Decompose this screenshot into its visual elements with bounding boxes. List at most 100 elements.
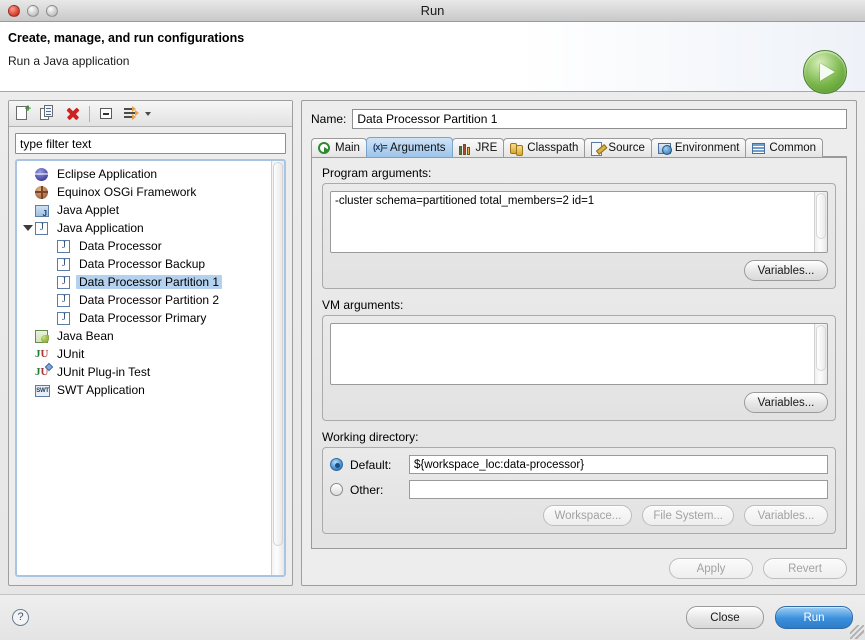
page-title: Create, manage, and run configurations (8, 31, 245, 45)
configuration-name-input[interactable] (352, 109, 847, 129)
java-icon (57, 239, 73, 254)
chevron-down-icon[interactable] (145, 111, 151, 116)
tab-label: Common (769, 142, 817, 154)
tab-jre[interactable]: JRE (451, 138, 505, 157)
tree-scrollbar[interactable] (271, 161, 284, 575)
tree-item-label: Eclipse Application (57, 167, 158, 181)
working-directory-default-row[interactable]: Default: (330, 455, 828, 474)
revert-button[interactable]: Revert (763, 558, 847, 579)
apply-revert-row: Apply Revert (311, 549, 847, 579)
tab-main[interactable]: Main (311, 138, 367, 157)
source-icon (591, 141, 605, 156)
other-label: Other: (350, 482, 384, 497)
tree-item[interactable]: Equinox OSGi Framework (17, 183, 271, 201)
java-icon (35, 221, 51, 236)
equinox-icon (35, 185, 51, 200)
filter-icon[interactable] (123, 105, 140, 122)
program-arguments-section: Program arguments: -cluster schema=parti… (322, 166, 836, 289)
vm-arguments-section: VM arguments: Variables... (322, 298, 836, 421)
tree-item[interactable]: Eclipse Application (17, 165, 271, 183)
window-title-bar: Run (0, 0, 865, 22)
tab-bar-filler (822, 138, 847, 157)
default-radio-button[interactable] (330, 458, 343, 471)
search-input[interactable] (15, 133, 286, 154)
tree-item-label: Data Processor Backup (79, 257, 206, 271)
default-directory-input[interactable] (409, 455, 828, 474)
arguments-icon: (x)= (372, 142, 388, 152)
expand-twisty-icon[interactable] (21, 225, 35, 231)
working-directory-variables-button[interactable]: Variables... (744, 505, 828, 526)
close-button[interactable]: Close (686, 606, 764, 629)
tree-item[interactable]: Java Bean (17, 327, 271, 345)
tree-item[interactable]: JU JUnit (17, 345, 271, 363)
tree-item[interactable]: Data Processor (17, 237, 271, 255)
tree-item[interactable]: Data Processor Partition 1 (17, 273, 271, 291)
other-radio-button[interactable] (330, 483, 343, 496)
toolbar-separator (89, 105, 90, 122)
tab-source[interactable]: Source (584, 138, 652, 157)
tab-classpath[interactable]: Classpath (503, 138, 586, 157)
collapse-all-icon[interactable] (98, 105, 115, 122)
jre-books-icon (458, 142, 473, 155)
environment-icon (657, 142, 672, 155)
junit-icon: JU (35, 347, 49, 360)
tree-item-label: Data Processor Partition 1 (76, 275, 223, 289)
working-directory-section: Working directory: Default: Other: (322, 430, 836, 534)
tree-item[interactable]: Data Processor Backup (17, 255, 271, 273)
program-arguments-variables-button[interactable]: Variables... (744, 260, 828, 281)
dialog-body: + type filter text Eclipse Application E… (0, 92, 865, 594)
tab-label: Arguments (389, 141, 446, 154)
java-bean-icon (35, 329, 51, 344)
vm-arguments-variables-button[interactable]: Variables... (744, 392, 828, 413)
configurations-tree[interactable]: Eclipse Application Equinox OSGi Framewor… (15, 159, 286, 577)
tree-item-label: Java Applet (57, 203, 120, 217)
apply-button[interactable]: Apply (669, 558, 753, 579)
run-configurations-window: Run Create, manage, and run configuratio… (0, 0, 865, 640)
workspace-button[interactable]: Workspace... (543, 505, 633, 526)
program-arguments-textarea[interactable]: -cluster schema=partitioned total_member… (330, 191, 828, 253)
tree-item[interactable]: SWT SWT Application (17, 381, 271, 399)
new-configuration-icon[interactable]: + (14, 104, 31, 122)
file-system-button[interactable]: File System... (642, 505, 734, 526)
program-arguments-value[interactable]: -cluster schema=partitioned total_member… (331, 192, 814, 252)
junit-plugin-icon: JU (35, 362, 54, 380)
default-label: Default: (350, 457, 392, 472)
working-directory-other-row[interactable]: Other: (330, 480, 828, 499)
tree-item[interactable]: Java Applet (17, 201, 271, 219)
run-button[interactable]: Run (775, 606, 853, 629)
filter-field-wrapper (9, 127, 292, 159)
other-directory-input[interactable] (409, 480, 828, 499)
name-row: Name: (311, 109, 847, 129)
tab-label: Environment (674, 142, 740, 154)
delete-configuration-icon[interactable] (64, 105, 81, 122)
tab-bar: Main (x)= Arguments JRE Classpath Source Envir… (311, 137, 847, 158)
tab-common[interactable]: Common (745, 138, 824, 157)
duplicate-configuration-icon[interactable] (39, 105, 56, 122)
java-icon (57, 293, 73, 308)
program-arguments-scrollbar[interactable] (814, 192, 827, 252)
classpath-icon (510, 142, 524, 156)
tree-item[interactable]: JU JUnit Plug-in Test (17, 362, 271, 381)
java-applet-icon (35, 203, 51, 218)
tree-item-label: Equinox OSGi Framework (57, 185, 197, 199)
tree-item[interactable]: Data Processor Partition 2 (17, 291, 271, 309)
working-directory-label: Working directory: (322, 430, 419, 444)
tree-item[interactable]: Java Application (17, 219, 271, 237)
tree-item-label: Data Processor Primary (79, 311, 207, 325)
tree-item[interactable]: Data Processor Primary (17, 309, 271, 327)
configurations-toolbar: + (9, 101, 292, 127)
tree-item-label: JUnit (57, 347, 85, 361)
tab-arguments[interactable]: (x)= Arguments (365, 137, 453, 157)
main-run-icon (318, 141, 332, 155)
dialog-header: Create, manage, and run configurations R… (0, 22, 865, 94)
eclipse-icon (35, 167, 51, 182)
vm-arguments-textarea[interactable] (330, 323, 828, 385)
java-icon (57, 275, 73, 290)
tab-environment[interactable]: Environment (650, 138, 747, 157)
vm-arguments-scrollbar[interactable] (814, 324, 827, 384)
tab-label: Classpath (527, 142, 579, 154)
help-icon[interactable]: ? (12, 609, 29, 626)
vm-arguments-value[interactable] (331, 324, 814, 384)
resize-grip[interactable] (850, 625, 864, 639)
java-icon (57, 257, 73, 272)
